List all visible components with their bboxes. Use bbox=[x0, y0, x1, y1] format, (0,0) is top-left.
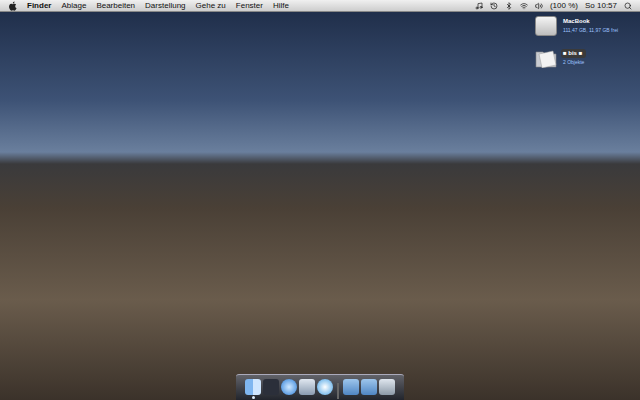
mail-icon bbox=[299, 379, 315, 395]
dock-item[interactable] bbox=[343, 379, 359, 399]
desktop-icon[interactable]: ■ bis ■2 Objekte bbox=[535, 48, 620, 68]
itunes-icon bbox=[317, 379, 333, 395]
desktop-icon[interactable]: MacBook111,47 GB, 11,97 GB frei bbox=[535, 16, 620, 36]
dock bbox=[236, 374, 404, 400]
wifi-icon[interactable] bbox=[520, 2, 528, 10]
folder-icon bbox=[361, 379, 377, 395]
dashboard-icon bbox=[263, 379, 279, 395]
time-machine-icon[interactable] bbox=[490, 2, 498, 10]
volume-icon[interactable] bbox=[535, 2, 543, 10]
dock-item[interactable] bbox=[263, 379, 279, 399]
dock-item[interactable] bbox=[361, 379, 377, 399]
icon-name: MacBook bbox=[561, 17, 620, 26]
icon-info: 2 Objekte bbox=[561, 58, 586, 67]
apple-icon[interactable] bbox=[8, 1, 17, 11]
running-indicator bbox=[324, 396, 327, 399]
menu-item[interactable]: Fenster bbox=[236, 0, 263, 12]
running-indicator bbox=[350, 396, 353, 399]
dock-item[interactable] bbox=[379, 379, 395, 399]
running-indicator bbox=[368, 396, 371, 399]
menu-bar: Finder Ablage Bearbeiten Darstellung Gehe zu… bbox=[0, 0, 640, 12]
battery-status[interactable]: (100 %) bbox=[550, 0, 578, 12]
music-icon[interactable] bbox=[475, 2, 483, 10]
bluetooth-icon[interactable] bbox=[505, 2, 513, 10]
running-indicator bbox=[288, 396, 291, 399]
icon-info: 111,47 GB, 11,97 GB frei bbox=[561, 26, 620, 35]
finder-icon bbox=[245, 379, 261, 395]
folder-icon bbox=[535, 48, 557, 68]
menu-item[interactable]: Ablage bbox=[61, 0, 86, 12]
running-indicator bbox=[306, 396, 309, 399]
trash-icon bbox=[379, 379, 395, 395]
app-menu[interactable]: Finder bbox=[27, 0, 51, 12]
desktop: Finder Ablage Bearbeiten Darstellung Gehe zu… bbox=[0, 0, 640, 400]
disk-icon bbox=[535, 16, 557, 36]
menu-item[interactable]: Darstellung bbox=[145, 0, 185, 12]
running-indicator bbox=[270, 396, 273, 399]
menu-item[interactable]: Bearbeiten bbox=[96, 0, 135, 12]
dock-item[interactable] bbox=[281, 379, 297, 399]
desktop-icons: MacBook111,47 GB, 11,97 GB frei ■ bis ■2 … bbox=[535, 16, 620, 68]
spotlight-icon[interactable] bbox=[624, 2, 632, 10]
menu-item[interactable]: Gehe zu bbox=[196, 0, 226, 12]
clock[interactable]: So 10:57 bbox=[585, 0, 617, 12]
menu-item[interactable]: Hilfe bbox=[273, 0, 289, 12]
dock-item[interactable] bbox=[245, 379, 261, 399]
dock-separator bbox=[337, 383, 339, 399]
dock-item[interactable] bbox=[317, 379, 333, 399]
icon-name: ■ bis ■ bbox=[561, 49, 586, 58]
running-indicator bbox=[386, 396, 389, 399]
safari-icon bbox=[281, 379, 297, 395]
running-indicator bbox=[252, 396, 255, 399]
dock-item[interactable] bbox=[299, 379, 315, 399]
folder-icon bbox=[343, 379, 359, 395]
